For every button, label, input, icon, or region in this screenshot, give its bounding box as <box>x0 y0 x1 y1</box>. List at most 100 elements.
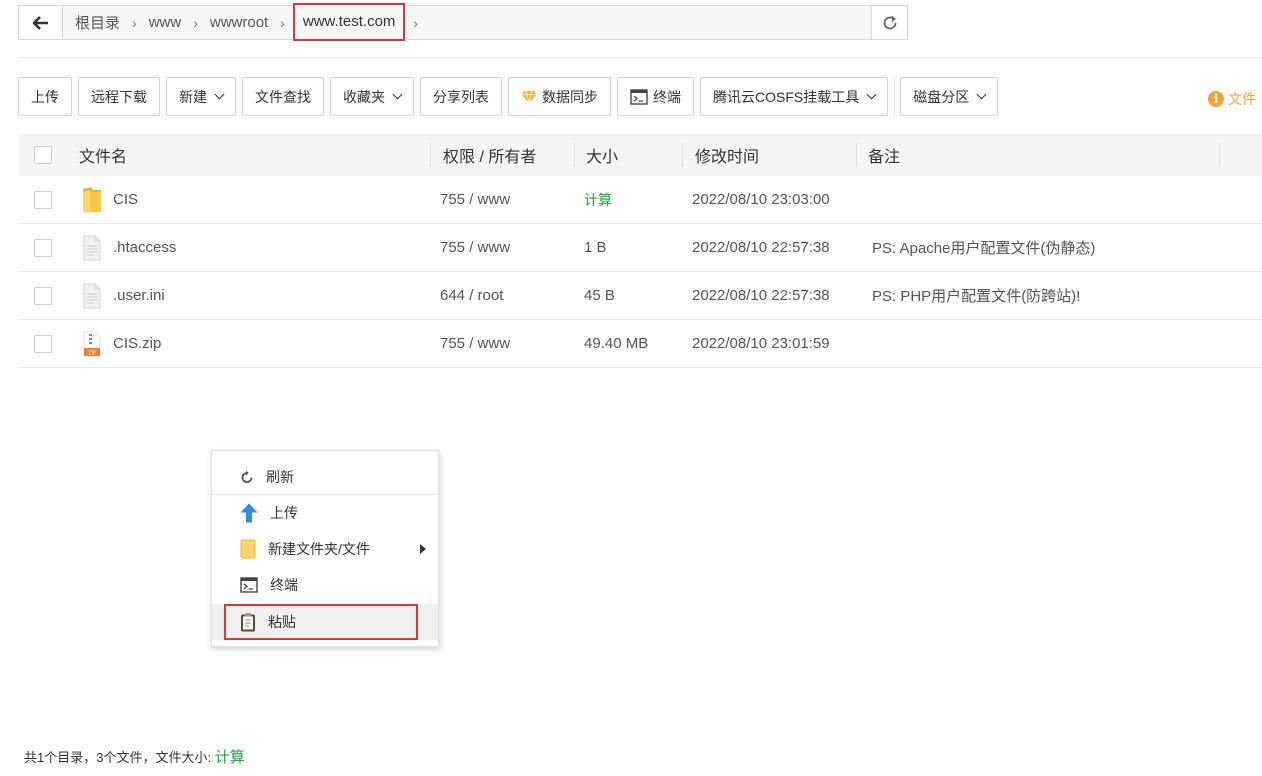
breadcrumb-item-wwwroot[interactable]: wwwroot <box>206 6 272 39</box>
breadcrumb-bar: 根目录 › www › wwwroot › www.test.com › <box>18 2 908 41</box>
row-checkbox[interactable] <box>34 190 52 209</box>
permission-cell[interactable]: 644 / root <box>440 272 503 319</box>
arrow-left-icon <box>32 15 48 30</box>
column-divider <box>856 143 857 167</box>
breadcrumb-item-www[interactable]: www <box>145 6 186 39</box>
mtime-cell: 2022/08/10 22:57:38 <box>692 239 830 256</box>
table-header: 文件名 权限 / 所有者 大小 修改时间 备注 <box>18 134 1262 176</box>
context-menu-refresh-label: 刷新 <box>266 469 294 485</box>
permission-cell[interactable]: 755 / www <box>440 176 510 223</box>
file-name[interactable]: CIS <box>113 191 138 208</box>
column-divider <box>1219 143 1220 167</box>
terminal-button[interactable]: 终端 <box>617 77 694 116</box>
column-header-mtime[interactable]: 修改时间 <box>695 134 759 176</box>
row-checkbox[interactable] <box>34 334 52 353</box>
context-menu-terminal[interactable]: 终端 <box>212 567 438 603</box>
context-menu-terminal-label: 终端 <box>270 577 298 593</box>
svg-text:ZIP: ZIP <box>88 350 96 356</box>
row-checkbox[interactable] <box>34 238 52 257</box>
permission-cell[interactable]: 755 / www <box>440 224 510 271</box>
column-header-permission[interactable]: 权限 / 所有者 <box>443 134 536 176</box>
folder-icon <box>83 186 101 213</box>
file-tip-link[interactable]: i 文件 <box>1208 89 1256 109</box>
context-menu-new[interactable]: 新建文件夹/文件 <box>212 531 438 567</box>
highlight-box <box>224 604 418 640</box>
file-icon <box>83 283 101 308</box>
column-header-name[interactable]: 文件名 <box>79 134 127 176</box>
size-cell: 45 B <box>584 287 615 304</box>
table-row[interactable]: ZIP CIS.zip 755 / www 49.40 MB 2022/08/1… <box>18 320 1262 368</box>
disk-partition-dropdown-button[interactable]: 磁盘分区 <box>900 77 999 116</box>
divider <box>18 57 1262 58</box>
context-menu: 刷新 上传 新建文件夹/文件 终端 粘贴 <box>211 450 439 647</box>
file-tip-label: 文件 <box>1228 91 1256 107</box>
new-dropdown-button[interactable]: 新建 <box>166 77 236 116</box>
context-menu-refresh[interactable]: 刷新 <box>212 459 438 495</box>
file-name[interactable]: .user.ini <box>113 287 165 304</box>
submenu-arrow-icon <box>420 544 426 554</box>
select-all-checkbox-cell <box>34 134 52 176</box>
terminal-label: 终端 <box>653 88 681 105</box>
file-name[interactable]: .htaccess <box>113 239 176 256</box>
column-divider <box>430 143 431 167</box>
file-search-button[interactable]: 文件查找 <box>242 77 324 116</box>
upload-button[interactable]: 上传 <box>18 77 72 116</box>
row-checkbox-cell <box>34 272 52 319</box>
share-list-button[interactable]: 分享列表 <box>420 77 502 116</box>
terminal-icon <box>630 88 648 105</box>
mtime-cell: 2022/08/10 22:57:38 <box>692 287 830 304</box>
file-name-cell[interactable]: ZIP CIS.zip <box>81 320 161 367</box>
favorites-dropdown-button[interactable]: 收藏夹 <box>330 77 414 116</box>
column-header-size[interactable]: 大小 <box>586 134 618 176</box>
table-row[interactable]: CIS 755 / www 计算 2022/08/10 23:03:00 <box>18 176 1262 224</box>
mtime-cell: 2022/08/10 23:03:00 <box>692 191 830 208</box>
breadcrumb-item-root[interactable]: 根目录 <box>71 6 124 39</box>
file-name-cell[interactable]: .user.ini <box>81 272 165 319</box>
cosfs-label: 腾讯云COSFS挂载工具 <box>713 88 860 105</box>
back-button[interactable] <box>19 6 63 39</box>
chevron-down-icon <box>214 89 225 100</box>
permission-cell[interactable]: 755 / www <box>440 320 510 367</box>
file-icon <box>83 235 101 260</box>
data-sync-button[interactable]: 数据同步 <box>508 77 611 116</box>
row-checkbox-cell <box>34 224 52 271</box>
info-icon: i <box>1208 91 1224 107</box>
toolbar-divider <box>894 77 896 116</box>
file-name-cell[interactable]: CIS <box>81 176 138 223</box>
size-cell: 49.40 MB <box>584 335 649 352</box>
note-cell[interactable]: PS: PHP用户配置文件(防跨站)! <box>872 272 1080 319</box>
column-header-note: 备注 <box>868 149 901 166</box>
footer-calc-link[interactable]: 计算 <box>215 749 245 766</box>
remote-download-label: 远程下载 <box>91 88 147 105</box>
context-menu-upload[interactable]: 上传 <box>212 495 438 531</box>
toolbar: 上传 远程下载 新建 文件查找 收藏夹 分享列表 数据同步 终端 腾讯云COSF… <box>18 77 1004 116</box>
upload-label: 上传 <box>31 88 59 105</box>
chevron-down-icon <box>392 89 403 100</box>
file-search-label: 文件查找 <box>255 88 311 105</box>
arrow-up-icon <box>240 503 258 523</box>
refresh-icon <box>241 470 253 483</box>
row-checkbox-cell <box>34 176 52 223</box>
refresh-button[interactable] <box>871 6 907 39</box>
footer-summary-text: 共1个目录，3个文件，文件大小: <box>24 750 212 765</box>
terminal-icon <box>240 577 258 593</box>
size-calc-link[interactable]: 计算 <box>584 176 612 223</box>
chevron-right-icon: › <box>132 14 137 31</box>
column-divider <box>574 143 575 167</box>
chevron-right-icon: › <box>413 14 419 31</box>
note-cell[interactable]: PS: Apache用户配置文件(伪静态) <box>872 224 1095 271</box>
select-all-checkbox[interactable] <box>34 146 52 164</box>
table-row[interactable]: .user.ini 644 / root 45 B 2022/08/10 22:… <box>18 272 1262 320</box>
column-divider <box>682 143 683 167</box>
cosfs-dropdown-button[interactable]: 腾讯云COSFS挂载工具 <box>700 77 889 116</box>
file-name[interactable]: CIS.zip <box>113 335 161 352</box>
new-label: 新建 <box>179 88 207 105</box>
breadcrumb: 根目录 › www › wwwroot › www.test.com › <box>63 2 871 41</box>
row-checkbox-cell <box>34 320 52 367</box>
file-name-cell[interactable]: .htaccess <box>81 224 176 271</box>
breadcrumb-item-current[interactable]: www.test.com <box>292 2 406 41</box>
row-checkbox[interactable] <box>34 286 52 305</box>
footer-summary: 共1个目录，3个文件，文件大小: 计算 <box>24 746 245 767</box>
remote-download-button[interactable]: 远程下载 <box>78 77 160 116</box>
table-row[interactable]: .htaccess 755 / www 1 B 2022/08/10 22:57… <box>18 224 1262 272</box>
